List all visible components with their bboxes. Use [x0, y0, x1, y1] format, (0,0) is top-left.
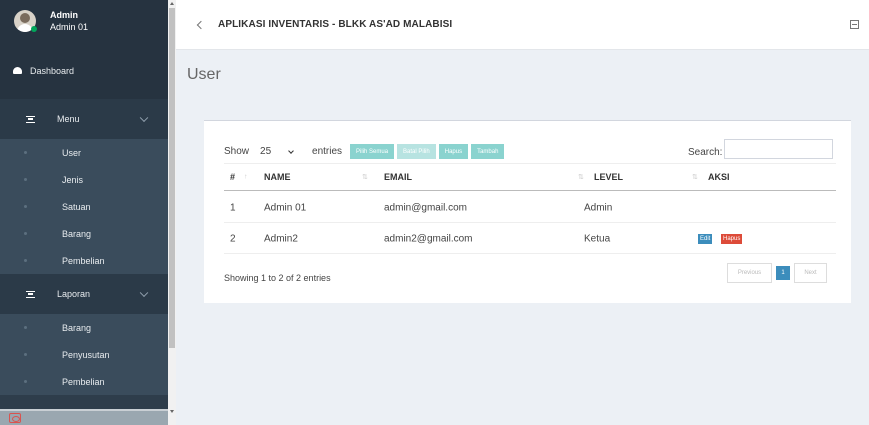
sidebar-group-menu[interactable]: Menu [0, 99, 168, 139]
bullet-icon [24, 205, 27, 208]
sidebar-item-label: Pembelian [62, 255, 105, 266]
cell-email: admin@gmail.com [384, 202, 467, 213]
chevron-down-icon [288, 148, 294, 154]
table-row: 2 Admin2 admin2@gmail.com Ketua Edit Hap… [224, 224, 836, 254]
header-aksi: AKSI [708, 172, 730, 182]
pagination: Previous 1 Next [727, 263, 827, 283]
delete-button[interactable]: Hapus [438, 144, 469, 159]
sidebar-group-label: Laporan [57, 289, 91, 299]
sidebar-item-pembelian[interactable]: Pembelian [0, 247, 168, 274]
menu-icon [26, 290, 35, 298]
edit-button[interactable]: Edit [698, 233, 713, 244]
online-status-icon [31, 26, 37, 32]
cell-level: Admin [584, 202, 613, 213]
sort-icon[interactable]: ⇅ [362, 173, 368, 181]
header-email[interactable]: EMAIL [384, 172, 412, 182]
chevron-down-icon [139, 113, 149, 123]
bullet-icon [24, 151, 27, 154]
chevron-down-icon [139, 288, 149, 298]
page-size-value: 25 [260, 146, 272, 157]
user-info: Admin Admin 01 [50, 9, 88, 33]
pdf-icon [9, 413, 21, 423]
sidebar-group-laporan[interactable]: Laporan [0, 274, 168, 314]
sidebar-item-label: Barang [62, 228, 92, 239]
table-info: Showing 1 to 2 of 2 entries [224, 273, 331, 283]
cell-number: 2 [230, 233, 236, 244]
delete-row-button[interactable]: Hapus [721, 233, 743, 244]
sidebar-item-barang[interactable]: Barang [0, 220, 168, 247]
scroll-thumb[interactable] [169, 8, 175, 348]
cell-name: Admin2 [264, 233, 298, 244]
table-controls: Show 25 entries Pilih Semua Batal Pilih … [224, 143, 505, 160]
page-title: User [187, 66, 221, 83]
table-row: 1 Admin 01 admin@gmail.com Admin [224, 193, 836, 223]
select-all-button[interactable]: Pilih Semua [350, 144, 395, 159]
header-level[interactable]: LEVEL [594, 172, 623, 182]
menu-icon [26, 115, 35, 123]
cell-number: 1 [230, 202, 236, 213]
sidebar-item-label: Penyusutan [62, 349, 110, 360]
chevron-left-icon[interactable] [196, 20, 206, 29]
sidebar: Admin Admin 01 Dashboard Menu User Jenis… [0, 0, 168, 425]
sidebar-item-laporan-pembelian[interactable]: Pembelian [0, 368, 168, 395]
user-panel: Admin Admin 01 [0, 0, 168, 42]
dashboard-icon [13, 67, 22, 74]
sidebar-item-laporan-barang[interactable]: Barang [0, 314, 168, 341]
table-header: # ↑ NAME ⇅ EMAIL ⇅ LEVEL ⇅ AKSI [224, 163, 836, 191]
top-bar: APLIKASI INVENTARIS - BLKK AS'AD MALABIS… [176, 0, 869, 50]
user-table-box: Show 25 entries Pilih Semua Batal Pilih … [204, 120, 851, 303]
sidebar-item-label: Barang [62, 322, 92, 333]
previous-page-button[interactable]: Previous [727, 263, 772, 283]
user-role: Admin 01 [50, 22, 89, 32]
sidebar-item-label: Jenis [62, 174, 84, 185]
page-1-button[interactable]: 1 [776, 266, 790, 280]
sort-icon[interactable]: ⇅ [692, 173, 698, 181]
bullet-icon [24, 380, 27, 383]
horizontal-scrollbar[interactable] [0, 409, 168, 425]
search-input[interactable] [724, 139, 833, 159]
bullet-icon [24, 259, 27, 262]
entries-label: entries [312, 146, 343, 157]
sidebar-item-label: Satuan [62, 201, 91, 212]
cell-level: Ketua [584, 233, 611, 244]
bullet-icon [24, 178, 27, 181]
sidebar-item-label: Dashboard [30, 65, 75, 76]
cell-email: admin2@gmail.com [384, 233, 473, 244]
sidebar-group-label: Menu [57, 114, 80, 124]
sort-icon[interactable]: ⇅ [578, 173, 584, 181]
sidebar-item-jenis[interactable]: Jenis [0, 166, 168, 193]
sidebar-item-user[interactable]: User [0, 139, 168, 166]
header-number[interactable]: # [230, 172, 235, 182]
sidebar-scrollbar[interactable] [168, 0, 176, 425]
cell-name: Admin 01 [264, 202, 307, 213]
next-page-button[interactable]: Next [794, 263, 827, 283]
deselect-button[interactable]: Batal Pilih [397, 144, 436, 159]
logout-icon[interactable] [850, 20, 859, 29]
scroll-up-icon[interactable] [170, 2, 174, 5]
page-size-select[interactable]: 25 [255, 143, 308, 160]
bullet-icon [24, 232, 27, 235]
header-name[interactable]: NAME [264, 172, 291, 182]
sidebar-item-label: User [62, 147, 82, 158]
scroll-down-icon[interactable] [170, 410, 174, 413]
sidebar-item-label: Pembelian [62, 376, 105, 387]
show-label: Show [224, 146, 250, 157]
user-name: Admin [50, 10, 78, 20]
sort-icon[interactable]: ↑ [244, 174, 248, 181]
add-button[interactable]: Tambah [471, 144, 505, 159]
bullet-icon [24, 326, 27, 329]
sidebar-item-dashboard[interactable]: Dashboard [0, 42, 168, 99]
bullet-icon [24, 353, 27, 356]
sidebar-item-satuan[interactable]: Satuan [0, 193, 168, 220]
sidebar-item-laporan-penyusutan[interactable]: Penyusutan [0, 341, 168, 368]
search-label: Search: [688, 147, 723, 158]
app-title: APLIKASI INVENTARIS - BLKK AS'AD MALABIS… [218, 19, 453, 30]
